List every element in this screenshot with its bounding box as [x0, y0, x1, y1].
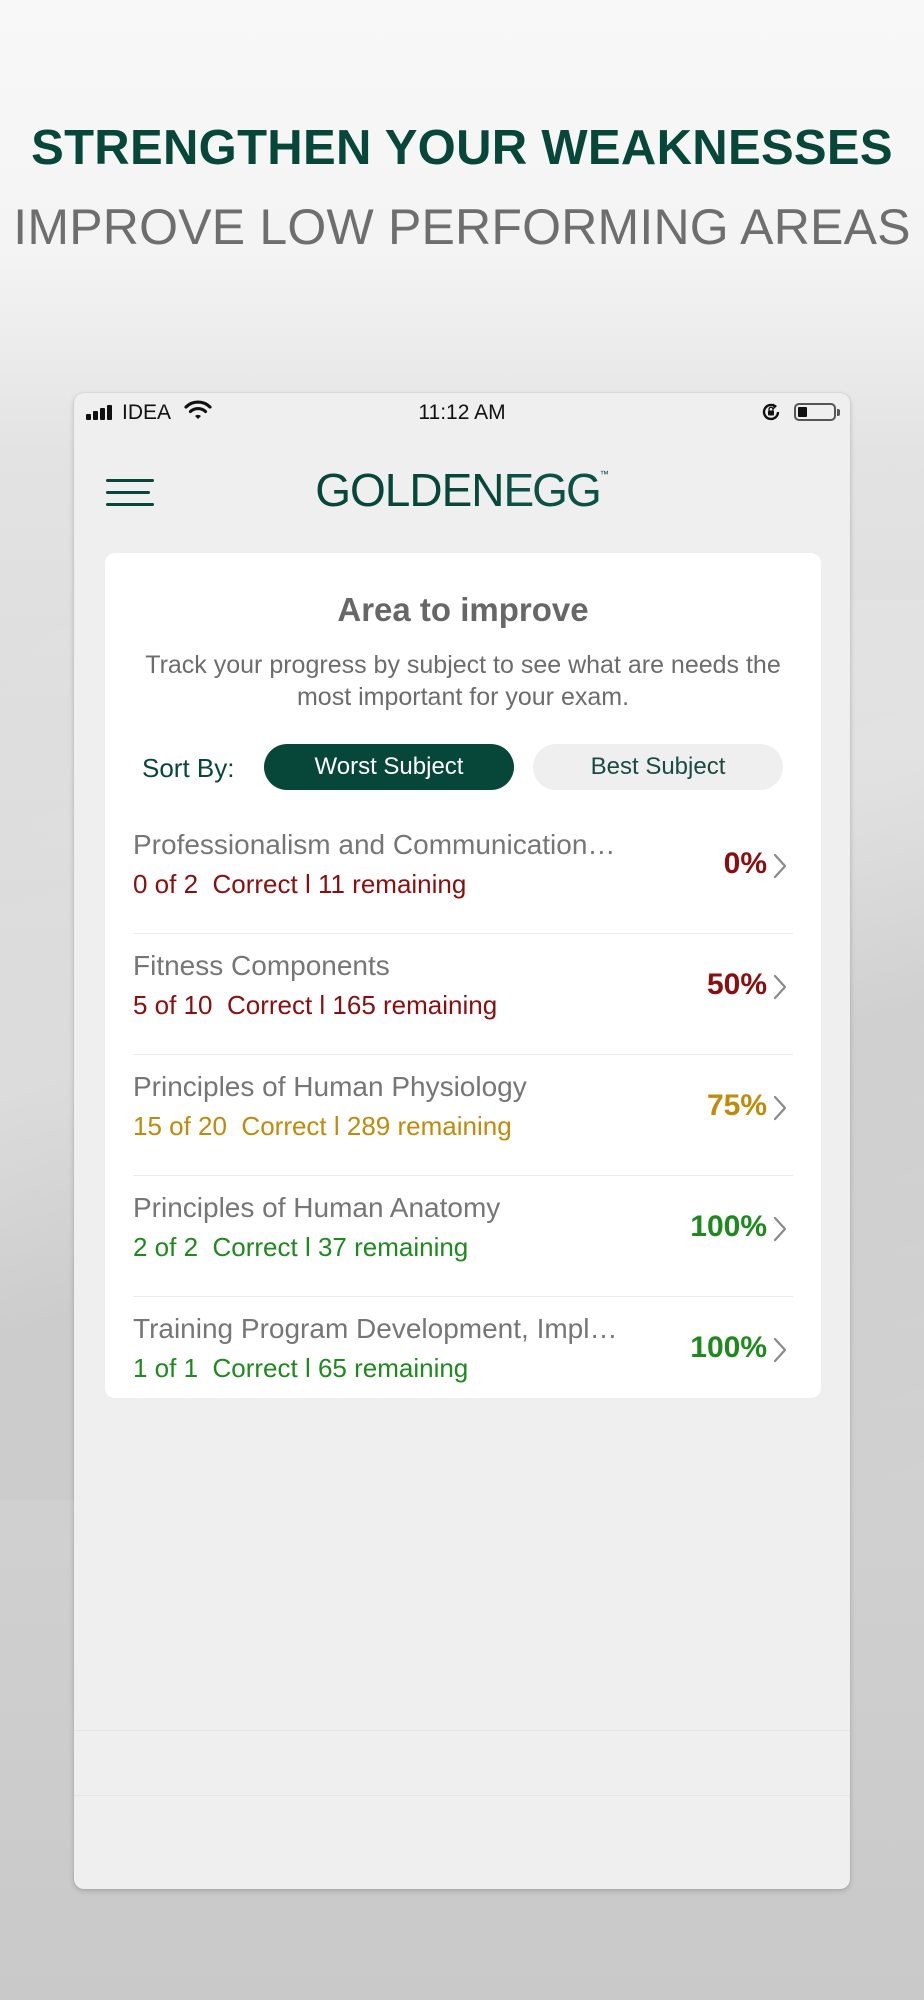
phone-screen: IDEA 11:12 AM GOLDENEGG™ Area to improve… [74, 393, 850, 1889]
chevron-right-icon [773, 853, 787, 879]
subject-name: Training Program Development, Impl… [133, 1313, 618, 1344]
status-time: 11:12 AM [418, 401, 506, 424]
chevron-right-icon [773, 974, 787, 1000]
divider [74, 1795, 850, 1796]
subject-stats: 1 of 1 Correct l 65 remaining [133, 1353, 469, 1383]
status-bar: IDEA 11:12 AM [74, 393, 850, 433]
subject-row[interactable]: Professionalism and Communication… 0 of … [133, 813, 793, 934]
subject-stats: 2 of 2 Correct l 37 remaining [133, 1232, 469, 1262]
chevron-right-icon [773, 1095, 787, 1121]
sort-worst-subject-button[interactable]: Worst Subject [264, 744, 514, 790]
battery-icon [794, 403, 840, 421]
chevron-right-icon [773, 1337, 787, 1363]
divider [74, 1730, 850, 1731]
card-title: Area to improve [337, 591, 589, 628]
golden-egg-logo: GOLDENEGG™ [315, 464, 609, 516]
subject-name: Fitness Components [133, 950, 390, 981]
subject-list: Professionalism and Communication… 0 of … [133, 813, 793, 1417]
promo-headline: STRENGTHEN YOUR WEAKNESSES [31, 121, 893, 175]
subject-stats: 15 of 20 Correct l 289 remaining [133, 1111, 512, 1141]
sort-best-subject-button[interactable]: Best Subject [533, 744, 783, 790]
subject-percent: 100% [690, 1331, 767, 1364]
promo-subheadline: IMPROVE LOW PERFORMING AREAS [13, 199, 911, 255]
subject-stats: 5 of 10 Correct l 165 remaining [133, 990, 498, 1020]
subject-row[interactable]: Principles of Human Physiology 15 of 20 … [133, 1055, 793, 1176]
subject-percent: 50% [706, 968, 767, 1001]
subject-name: Principles of Human Physiology [133, 1071, 527, 1102]
chevron-right-icon [773, 1216, 787, 1242]
subject-row[interactable]: Principles of Human Anatomy 2 of 2 Corre… [133, 1176, 793, 1297]
card-description: Track your progress by subject to see wh… [145, 651, 781, 711]
subject-percent: 75% [706, 1089, 767, 1122]
subject-name: Professionalism and Communication… [133, 829, 616, 860]
subject-row[interactable]: Fitness Components 5 of 10 Correct l 165… [133, 934, 793, 1055]
subject-name: Principles of Human Anatomy [133, 1192, 501, 1223]
subject-stats: 0 of 2 Correct l 11 remaining [133, 869, 467, 899]
subject-percent: 100% [690, 1210, 767, 1243]
rotation-lock-icon [760, 401, 782, 429]
subject-percent: 0% [723, 847, 767, 880]
area-to-improve-card: Area to improve Track your progress by s… [105, 553, 821, 1398]
sort-label: Sort By: [142, 753, 235, 783]
subject-row[interactable]: Training Program Development, Impl… 1 of… [133, 1297, 793, 1417]
